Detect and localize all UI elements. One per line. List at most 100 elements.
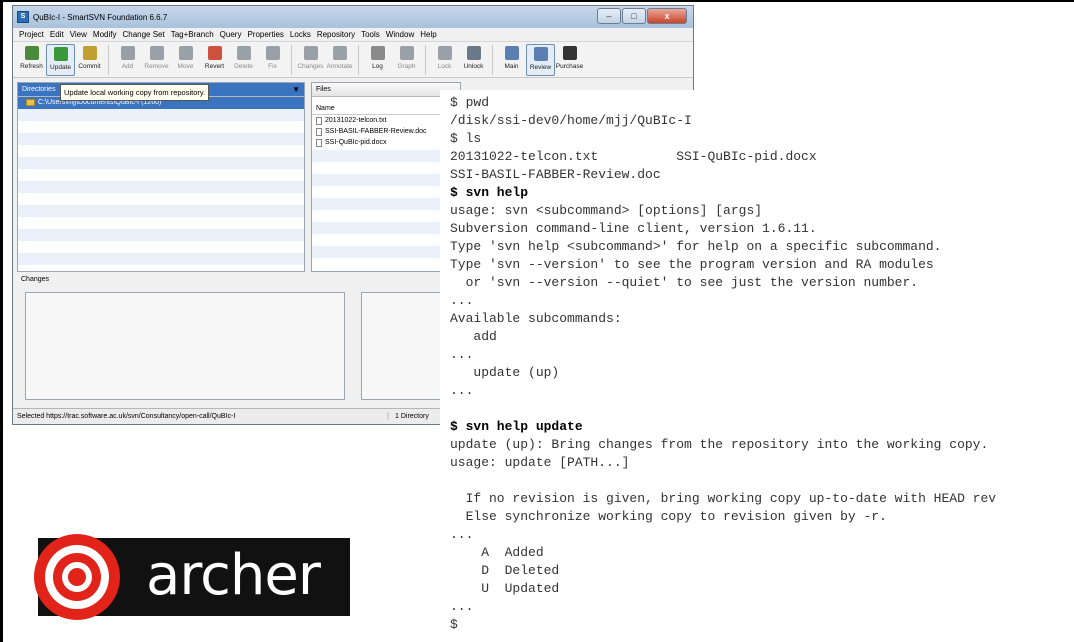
status-selected-url: Selected https://trac.software.ac.uk/svn… xyxy=(17,413,236,420)
terminal-line: ... xyxy=(450,527,474,542)
menu-item-help[interactable]: Help xyxy=(420,30,436,39)
main-label: Main xyxy=(504,63,519,70)
fix-label: Fix xyxy=(268,63,277,70)
add-icon xyxy=(120,46,135,60)
logo-text: archer xyxy=(146,543,321,608)
add-label: Add xyxy=(121,63,134,70)
review-button[interactable]: Review xyxy=(526,44,555,76)
lock-icon xyxy=(437,46,452,60)
close-button[interactable]: x xyxy=(647,8,687,24)
annotate-button[interactable]: Annotate xyxy=(325,44,354,76)
review-layout-icon xyxy=(533,47,548,61)
update-label: Update xyxy=(50,64,71,71)
menu-item-repository[interactable]: Repository xyxy=(317,30,355,39)
revert-button[interactable]: Revert xyxy=(200,44,229,76)
archer-logo: archer xyxy=(34,534,350,620)
menu-item-tools[interactable]: Tools xyxy=(361,30,380,39)
unlock-label: Unlock xyxy=(463,63,484,70)
changes-button[interactable]: Changes xyxy=(296,44,325,76)
files-column-header[interactable]: Name Re xyxy=(312,103,460,115)
minimize-button[interactable]: – xyxy=(597,8,621,24)
move-icon xyxy=(178,46,193,60)
file-row[interactable]: SSI-QuBIc-pid.docx xyxy=(312,137,460,148)
terminal-line: $ svn help update xyxy=(450,419,583,434)
toolbar-separator xyxy=(492,45,493,75)
update-icon xyxy=(53,47,68,61)
terminal-line: usage: update [PATH...] xyxy=(450,455,630,470)
terminal-line: /disk/ssi-dev0/home/mjj/QuBIc-I xyxy=(450,113,692,128)
file-name: SSI-QuBIc-pid.docx xyxy=(325,139,387,146)
column-name[interactable]: Name xyxy=(316,103,335,114)
file-icon xyxy=(316,116,322,125)
file-row[interactable]: SSI-BASIL-FABBER-Review.doc xyxy=(312,126,460,137)
terminal-line: SSI-BASIL-FABBER-Review.doc xyxy=(450,167,661,182)
terminal-line: $ ls xyxy=(450,131,482,146)
graph-button[interactable]: Graph xyxy=(392,44,421,76)
fix-button[interactable]: Fix xyxy=(258,44,287,76)
terminal-line: Else synchronize working copy to revisio… xyxy=(450,509,887,524)
changes-icon xyxy=(303,46,318,60)
log-icon xyxy=(370,46,385,60)
menu-item-change-set[interactable]: Change Set xyxy=(122,30,164,39)
refresh-icon xyxy=(24,46,39,60)
remove-button[interactable]: Remove xyxy=(142,44,171,76)
commit-button[interactable]: Commit xyxy=(75,44,104,76)
terminal-line: $ svn help xyxy=(450,185,529,200)
directories-title: Directories xyxy=(22,86,56,93)
app-icon: S xyxy=(17,11,29,23)
directories-header[interactable]: Directories Update local working copy fr… xyxy=(18,83,304,101)
main-button[interactable]: Main xyxy=(497,44,526,76)
move-button[interactable]: Move xyxy=(171,44,200,76)
log-button[interactable]: Log xyxy=(363,44,392,76)
purchase-button[interactable]: Purchase xyxy=(555,44,584,76)
terminal-line: 20131022-telcon.txt SSI-QuBIc-pid.docx xyxy=(450,149,817,164)
menu-item-properties[interactable]: Properties xyxy=(247,30,283,39)
toolbar-separator xyxy=(358,45,359,75)
terminal-line: If no revision is given, bring working c… xyxy=(450,491,997,506)
slide-border-top xyxy=(0,0,1074,2)
refresh-button[interactable]: Refresh xyxy=(17,44,46,76)
toolbar-separator xyxy=(108,45,109,75)
refresh-label: Refresh xyxy=(20,63,43,70)
menu-item-project[interactable]: Project xyxy=(19,30,44,39)
toolbar-separator xyxy=(291,45,292,75)
purchase-label: Purchase xyxy=(555,63,584,70)
chevron-down-icon[interactable]: ▼ xyxy=(292,83,300,96)
log-label: Log xyxy=(372,63,383,70)
review-label: Review xyxy=(529,64,552,71)
changes-left-pane[interactable] xyxy=(25,292,345,400)
title-bar[interactable]: S QuBIc-I - SmartSVN Foundation 6.6.7 – … xyxy=(13,6,693,28)
lock-button[interactable]: Lock xyxy=(430,44,459,76)
terminal-output: $ pwd/disk/ssi-dev0/home/mjj/QuBIc-I $ ls… xyxy=(440,90,1074,642)
maximize-button[interactable]: □ xyxy=(622,8,646,24)
file-row[interactable]: 20131022-telcon.txt xyxy=(312,115,460,126)
terminal-line: ... xyxy=(450,599,474,614)
menu-item-query[interactable]: Query xyxy=(220,30,242,39)
terminal-line: Type 'svn help <subcommand>' for help on… xyxy=(450,239,942,254)
status-directory-count: 1 Directory xyxy=(387,409,429,424)
directories-pane: Directories Update local working copy fr… xyxy=(17,82,305,272)
menu-item-tag-branch[interactable]: Tag+Branch xyxy=(171,30,214,39)
file-name: 20131022-telcon.txt xyxy=(325,117,387,124)
fix-icon xyxy=(265,46,280,60)
delete-button[interactable]: Delete xyxy=(229,44,258,76)
unlock-icon xyxy=(466,46,481,60)
menu-item-modify[interactable]: Modify xyxy=(93,30,117,39)
terminal-line: Subversion command-line client, version … xyxy=(450,221,817,236)
graph-icon xyxy=(399,46,414,60)
terminal-line: D Deleted xyxy=(450,563,560,578)
terminal-line: Type 'svn --version' to see the program … xyxy=(450,257,934,272)
menu-item-window[interactable]: Window xyxy=(386,30,414,39)
menu-item-edit[interactable]: Edit xyxy=(50,30,64,39)
add-button[interactable]: Add xyxy=(113,44,142,76)
revert-label: Revert xyxy=(204,63,225,70)
unlock-button[interactable]: Unlock xyxy=(459,44,488,76)
toolbar-separator xyxy=(425,45,426,75)
menu-item-view[interactable]: View xyxy=(70,30,87,39)
terminal-line: $ pwd xyxy=(450,95,490,110)
file-list-empty xyxy=(312,150,460,270)
menu-item-locks[interactable]: Locks xyxy=(290,30,311,39)
update-button[interactable]: Update xyxy=(46,44,75,76)
terminal-line: Available subcommands: xyxy=(450,311,622,326)
